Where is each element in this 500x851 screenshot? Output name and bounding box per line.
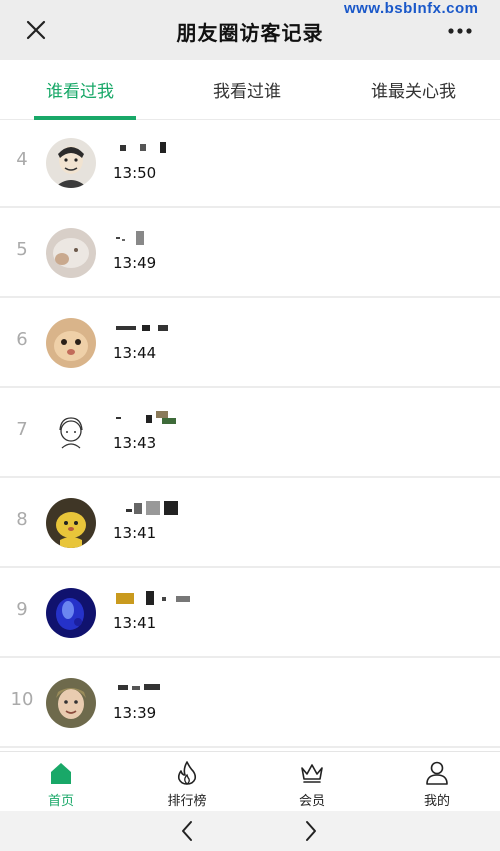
nav-item-home[interactable]: 首页 — [21, 760, 101, 809]
more-options-icon[interactable] — [446, 20, 476, 40]
nav-item-ranking[interactable]: 排行榜 — [147, 760, 227, 809]
visitor-name-redacted — [116, 410, 206, 424]
visit-time: 13:50 — [113, 164, 157, 182]
visitor-row[interactable]: 5 13:49 — [0, 210, 500, 298]
visitor-row[interactable]: 4 13:50 — [0, 120, 500, 208]
visit-time: 13:49 — [113, 254, 157, 272]
visitor-name-redacted — [116, 230, 206, 245]
visitor-rank: 6 — [16, 329, 28, 350]
nav-label: 首页 — [47, 794, 74, 809]
tab-bar: 谁看过我 我看过谁 谁最关心我 — [0, 60, 500, 120]
nav-item-membership[interactable]: 会员 — [272, 760, 352, 809]
avatar[interactable] — [46, 408, 96, 458]
home-icon — [48, 760, 74, 786]
visitor-rank: 10 — [10, 689, 34, 710]
visitor-rank: 9 — [16, 599, 28, 620]
visitor-rank: 7 — [16, 419, 28, 440]
visitor-row[interactable]: 7 13:43 — [0, 390, 500, 478]
visit-time: 13:41 — [113, 614, 157, 632]
avatar[interactable] — [46, 318, 96, 368]
visitor-name-redacted — [116, 320, 206, 334]
visit-time: 13:39 — [113, 704, 157, 722]
avatar[interactable] — [46, 498, 96, 548]
page-title: 朋友圈访客记录 — [176, 21, 324, 45]
visitor-name-redacted — [116, 500, 206, 515]
visitor-row[interactable]: 10 13:39 — [0, 660, 500, 748]
watermark-text: www.bsbInfx.com — [344, 0, 479, 17]
tab-who-viewed-me[interactable]: 谁看过我 — [46, 77, 114, 102]
back-arrow-icon[interactable] — [176, 819, 200, 843]
visitor-row[interactable]: 9 13:41 — [0, 570, 500, 658]
nav-label: 排行榜 — [167, 794, 207, 809]
avatar[interactable] — [46, 588, 96, 638]
visitor-rank: 5 — [16, 239, 28, 260]
nav-label: 我的 — [423, 794, 450, 809]
browser-toolbar — [0, 811, 500, 851]
crown-icon — [299, 760, 325, 786]
nav-label: 会员 — [298, 794, 325, 809]
forward-arrow-icon[interactable] — [298, 819, 322, 843]
bottom-nav: 首页 排行榜 会员 我的 — [0, 751, 500, 811]
visitor-name-redacted — [116, 140, 206, 154]
visitor-rank: 8 — [16, 509, 28, 530]
visit-time: 13:43 — [113, 434, 157, 452]
tab-who-i-viewed[interactable]: 我看过谁 — [213, 77, 281, 102]
visitor-name-redacted — [116, 680, 206, 694]
visitor-row[interactable]: 6 13:44 — [0, 300, 500, 388]
avatar[interactable] — [46, 678, 96, 728]
visitor-list[interactable]: 4 13:50 5 13:49 6 13:44 7 13:43 8 13:41 … — [0, 120, 500, 751]
avatar[interactable] — [46, 138, 96, 188]
visitor-name-redacted — [116, 590, 206, 605]
user-icon — [424, 760, 450, 786]
avatar[interactable] — [46, 228, 96, 278]
tab-who-cares-most[interactable]: 谁最关心我 — [371, 77, 456, 102]
flame-icon — [174, 760, 200, 786]
visit-time: 13:41 — [113, 524, 157, 542]
visitor-rank: 4 — [16, 149, 28, 170]
visit-time: 13:44 — [113, 344, 157, 362]
nav-item-mine[interactable]: 我的 — [397, 760, 477, 809]
visitor-row[interactable]: 8 13:41 — [0, 480, 500, 568]
